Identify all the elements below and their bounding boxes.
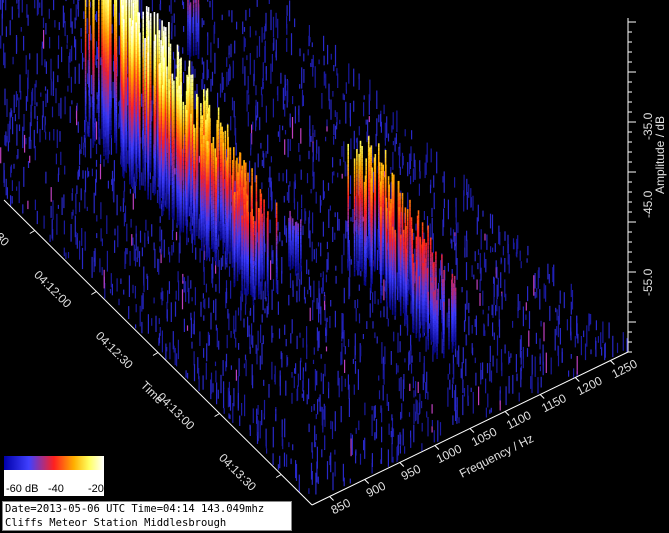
waterfall-plot: 85090095010001050110011501200125004:11:3… [0,0,667,517]
